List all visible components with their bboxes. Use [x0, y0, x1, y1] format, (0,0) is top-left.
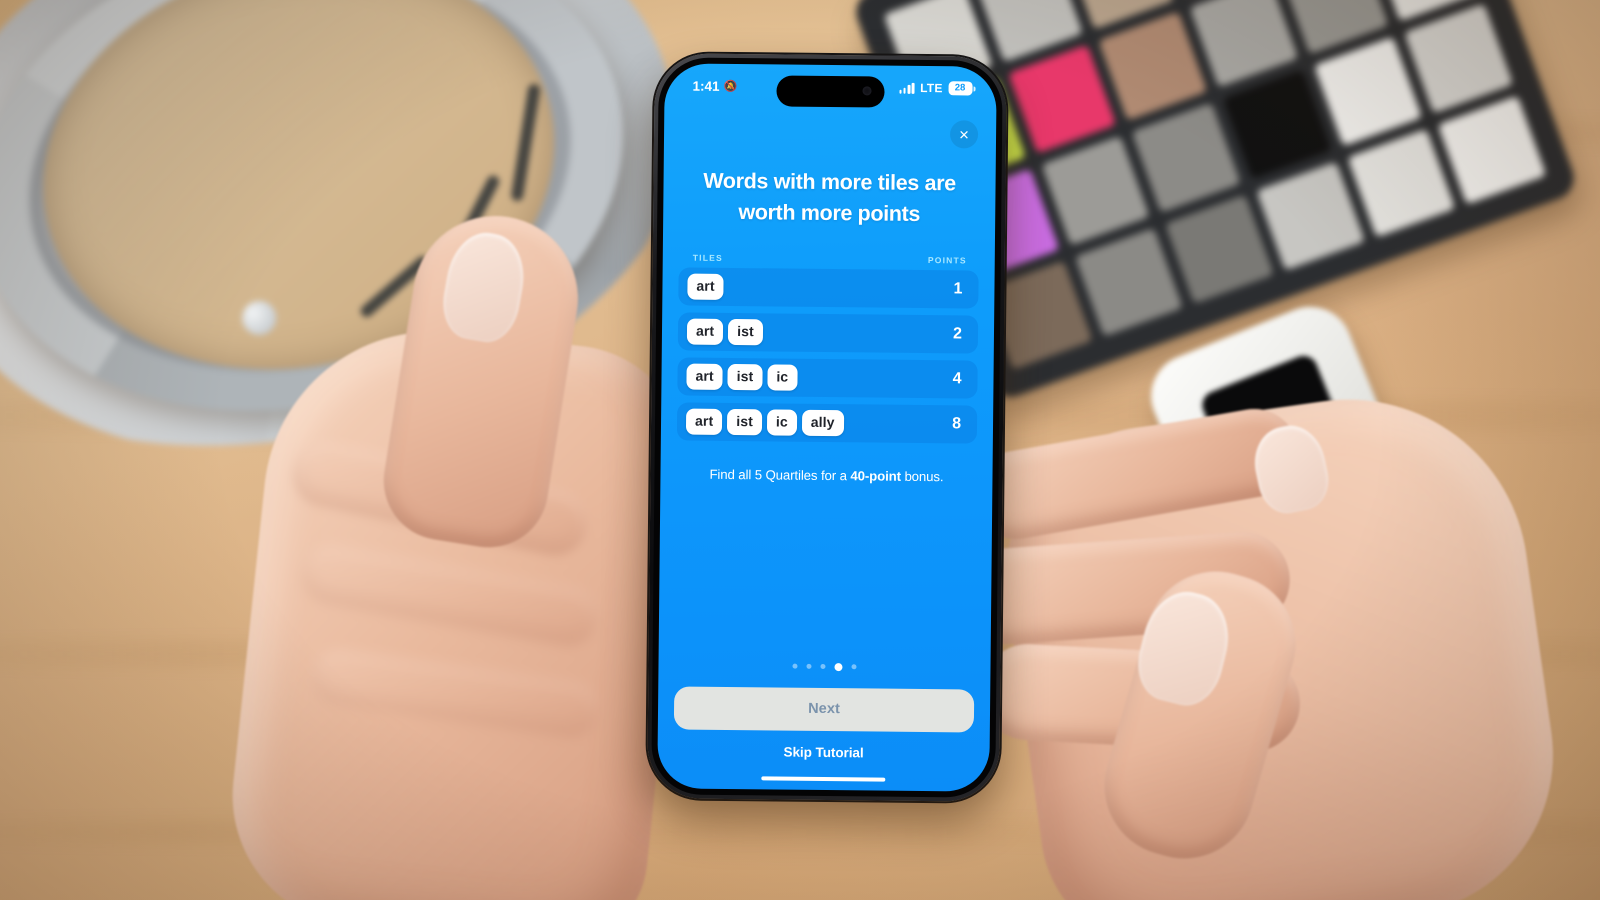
color-swatch	[1098, 11, 1208, 121]
skip-tutorial-button[interactable]: Skip Tutorial	[674, 743, 974, 761]
page-dot[interactable]	[792, 663, 798, 669]
word-tile: art	[685, 409, 723, 435]
next-button[interactable]: Next	[673, 685, 975, 733]
dynamic-island	[776, 75, 885, 108]
page-dot[interactable]	[851, 664, 857, 670]
color-swatch	[1222, 69, 1332, 179]
example-rows-list: art 1 art ist 2 art ist ic 4 art ist ic ally 8	[676, 267, 979, 450]
silent-mode-icon: 🔕	[723, 80, 738, 93]
word-tile: ist	[727, 364, 763, 390]
color-swatch	[1189, 0, 1299, 88]
color-swatch	[1313, 36, 1423, 146]
cellular-bars-icon	[899, 82, 915, 94]
page-dot[interactable]	[820, 663, 826, 669]
tile-group: art ist	[686, 319, 763, 345]
tile-group: art	[687, 274, 724, 300]
example-row: art ist 2	[677, 312, 979, 354]
word-tile: art	[687, 274, 724, 300]
bonus-highlight: 40-point	[850, 468, 902, 484]
color-swatch	[1131, 102, 1241, 212]
battery-indicator: 28	[948, 81, 973, 96]
close-icon[interactable]: ×	[949, 120, 979, 149]
column-header-points: POINTS	[927, 255, 967, 266]
page-title: Words with more tiles are worth more poi…	[703, 168, 956, 226]
page-dot-active[interactable]	[834, 662, 843, 671]
phone-screen[interactable]: 1:41 🔕 LTE 28 × Words with more tiles ar…	[657, 63, 997, 792]
tile-group: art ist ic ally	[685, 409, 844, 436]
tutorial-content: Words with more tiles are worth more poi…	[657, 99, 996, 791]
color-swatch	[1437, 95, 1547, 205]
color-swatch	[1007, 44, 1117, 154]
points-value: 4	[952, 370, 962, 388]
network-label: LTE	[920, 80, 943, 96]
points-value: 2	[952, 325, 963, 343]
word-tile: ist	[728, 319, 763, 345]
word-tile: ally	[801, 410, 844, 436]
front-camera-icon	[862, 86, 872, 96]
color-swatch	[1404, 3, 1514, 113]
word-tile: art	[686, 364, 723, 390]
column-header-tiles: TILES	[692, 252, 723, 263]
word-tile: art	[686, 319, 724, 345]
iphone-device: 1:41 🔕 LTE 28 × Words with more tiles ar…	[647, 53, 1007, 802]
word-tile: ic	[767, 364, 798, 391]
home-indicator[interactable]	[761, 775, 886, 782]
example-row: art ist ic ally 8	[676, 402, 978, 444]
word-tile: ist	[727, 409, 763, 435]
status-bar-left: 1:41 🔕	[692, 78, 737, 93]
tile-group: art ist ic	[686, 364, 798, 391]
photo-scene: 1:41 🔕 LTE 28 × Words with more tiles ar…	[0, 0, 1600, 900]
clock-time: 1:41	[692, 78, 720, 94]
points-value: 1	[953, 280, 963, 298]
right-hand	[957, 240, 1580, 900]
color-swatch	[1346, 128, 1456, 238]
word-tile: ic	[766, 409, 797, 436]
points-value: 8	[952, 415, 962, 433]
status-bar-right: LTE 28	[899, 80, 973, 96]
example-row: art ist ic 4	[677, 357, 978, 399]
flex-spacer	[675, 481, 977, 664]
example-row: art 1	[678, 267, 979, 309]
page-dot[interactable]	[806, 663, 812, 669]
color-swatch	[1041, 135, 1150, 246]
